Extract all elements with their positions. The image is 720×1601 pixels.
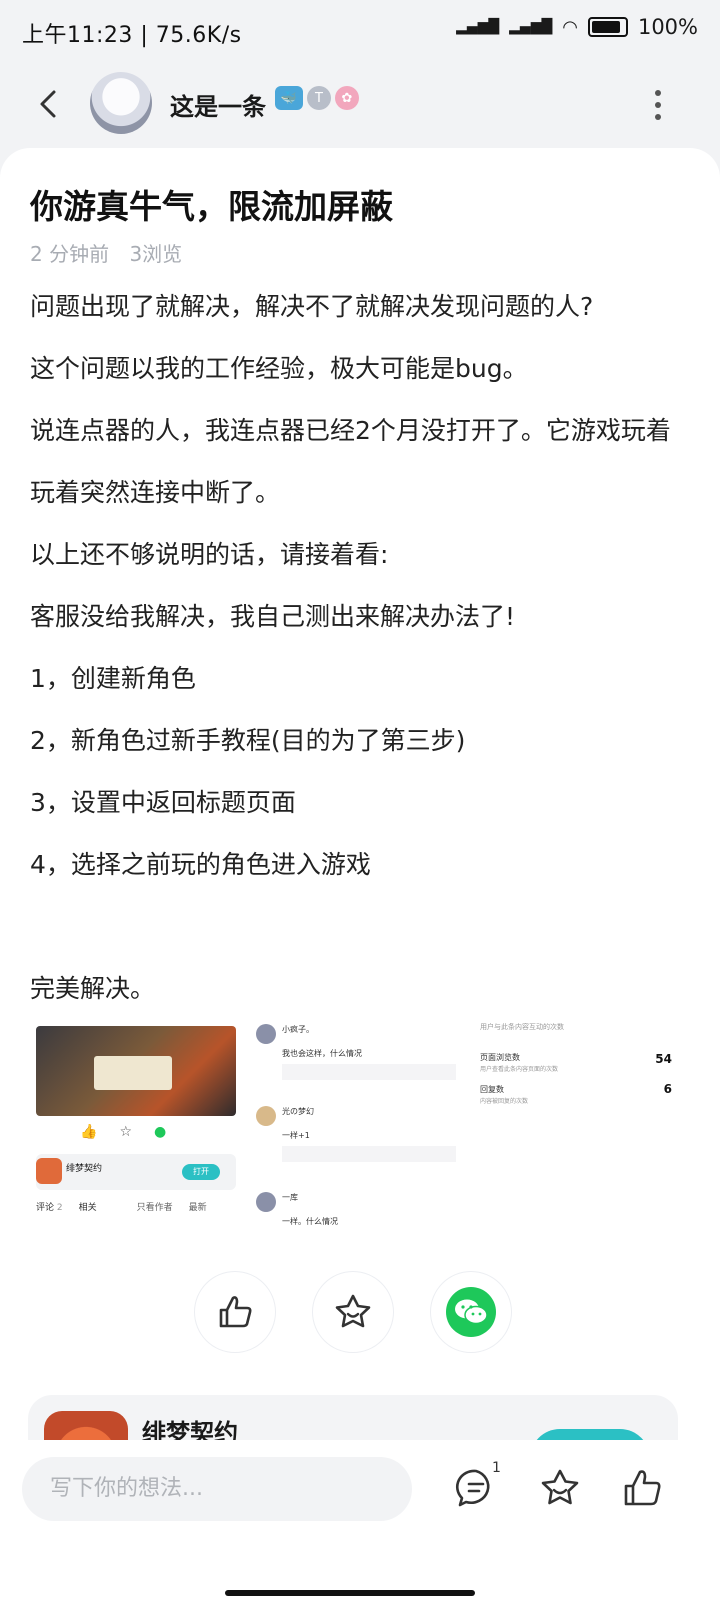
mini-stat-label: 回复数 bbox=[480, 1085, 504, 1094]
mini-comment-avatar bbox=[256, 1192, 276, 1212]
mini-stat-value: 6 bbox=[663, 1082, 672, 1096]
whale-badge-icon: 🐳 bbox=[275, 86, 303, 110]
mini-tab-comments: 评论 2 bbox=[36, 1203, 63, 1213]
post-paragraph: 1，创建新角色 bbox=[30, 664, 196, 693]
like-button[interactable] bbox=[195, 1272, 275, 1352]
post-paragraph: 以上还不够说明的话，请接着看: bbox=[30, 540, 389, 569]
post-image-2[interactable]: 小疯子。 我也会这样，什么情况 光の梦幻 一样+1 一库 一样。什么情况 bbox=[252, 1016, 466, 1246]
mini-app-name: 绯梦契约 bbox=[66, 1164, 103, 1174]
mini-wechat-icon: ● bbox=[154, 1124, 167, 1140]
wifi-icon: ◠ bbox=[562, 16, 578, 38]
mini-only-author: 只看作者 bbox=[136, 1203, 173, 1213]
wechat-share-button[interactable] bbox=[431, 1272, 511, 1352]
favorite-button[interactable] bbox=[313, 1272, 393, 1352]
mini-tabs: 评论 2 相关 只看作者 最新 bbox=[36, 1200, 207, 1213]
status-icons: ▂▄▆█ ▂▄▆█ ◠ 100% bbox=[456, 15, 698, 39]
mini-app-icon bbox=[36, 1158, 62, 1184]
signal-icon: ▂▄▆█ bbox=[456, 19, 500, 35]
chevron-left-icon[interactable] bbox=[30, 82, 70, 126]
post-paragraph: 完美解决。 bbox=[30, 974, 156, 1003]
mini-comment-avatar bbox=[256, 1106, 276, 1126]
post-images: 👍 ☆ ● 绯梦契约 打开 评论 2 相关 只看作者 最新 小疯子。 我也会这样… bbox=[30, 1016, 690, 1246]
post-image-1[interactable]: 👍 ☆ ● 绯梦契约 打开 评论 2 相关 只看作者 最新 bbox=[30, 1016, 244, 1246]
mini-comment-text: 我也会这样，什么情况 bbox=[282, 1049, 362, 1058]
bottom-bar: 写下你的想法... 1 bbox=[0, 1440, 720, 1601]
post-title: 你游真牛气，限流加屏蔽 bbox=[30, 187, 393, 226]
author-badges: 🐳 T ✿ bbox=[275, 86, 359, 110]
post-card: 你游真牛气，限流加屏蔽 2 分钟前 3浏览 问题出现了就解决，解决不了就解决发现… bbox=[0, 148, 720, 1505]
mini-stat-label: 页面浏览数 bbox=[480, 1053, 520, 1062]
mini-comment-quote bbox=[282, 1146, 456, 1162]
mini-comment-quote bbox=[282, 1064, 456, 1080]
post-paragraph: 2，新角色过新手教程(目的为了第三步) bbox=[30, 726, 466, 755]
mini-comment-name: 光の梦幻 bbox=[282, 1107, 314, 1116]
post-paragraph: 客服没给我解决，我自己测出来解决办法了! bbox=[30, 602, 516, 631]
post-paragraph: 问题出现了就解决，解决不了就解决发现问题的人? bbox=[30, 292, 594, 321]
post-paragraph: 4，选择之前玩的角色进入游戏 bbox=[30, 850, 371, 879]
mini-open-button: 打开 bbox=[182, 1164, 220, 1180]
mini-stat-value: 54 bbox=[655, 1052, 672, 1066]
mini-comment-name: 小疯子。 bbox=[282, 1025, 314, 1034]
mini-action-row: 👍 ☆ ● bbox=[80, 1124, 166, 1140]
comment-input[interactable]: 写下你的想法... bbox=[22, 1457, 412, 1521]
post-paragraph: 说连点器的人，我连点器已经2个月没打开了。它游戏玩着玩着突然连接中断了。 bbox=[30, 416, 671, 507]
battery-icon bbox=[587, 17, 628, 37]
post-body: 问题出现了就解决，解决不了就解决发现问题的人? 这个问题以我的工作经验，极大可能… bbox=[30, 276, 690, 1020]
mini-comment-avatar bbox=[256, 1024, 276, 1044]
wechat-icon bbox=[446, 1287, 496, 1337]
mini-tab-related: 相关 bbox=[78, 1203, 97, 1213]
post-time: 2 分钟前 bbox=[30, 242, 110, 266]
signal-icon-2: ▂▄▆█ bbox=[509, 19, 553, 35]
thumbs-up-icon bbox=[219, 1296, 252, 1328]
comment-count: 1 bbox=[492, 1460, 501, 1476]
post-paragraph: 3，设置中返回标题页面 bbox=[30, 788, 296, 817]
mini-stat-desc: 用户查看此条内容页面的次数 bbox=[480, 1066, 559, 1073]
mini-latest: 最新 bbox=[188, 1203, 207, 1213]
mini-comment-name: 一库 bbox=[282, 1193, 298, 1202]
mini-stats-header: 用户与此条内容互动的次数 bbox=[480, 1023, 564, 1031]
mini-like-icon: 👍 bbox=[80, 1124, 98, 1140]
game-dialog bbox=[94, 1056, 172, 1090]
star-icon[interactable] bbox=[538, 1466, 582, 1510]
rabbit-badge-icon: ✿ bbox=[335, 86, 359, 110]
status-time-speed: 上午11:23 | 75.6K/s bbox=[22, 23, 242, 48]
more-vertical-icon[interactable] bbox=[654, 88, 662, 122]
level-badge-icon: T bbox=[307, 86, 331, 110]
status-bar: 上午11:23 | 75.6K/s ▂▄▆█ ▂▄▆█ ◠ 100% bbox=[0, 0, 720, 64]
mini-comment-text: 一样+1 bbox=[282, 1131, 310, 1140]
home-indicator[interactable] bbox=[225, 1590, 475, 1596]
post-image-3[interactable]: 用户与此条内容互动的次数 页面浏览数 用户查看此条内容页面的次数 54 回复数 … bbox=[474, 1016, 688, 1246]
mini-stat-desc: 内容被回复的次数 bbox=[480, 1098, 529, 1105]
post-views: 3浏览 bbox=[129, 242, 183, 266]
thumbs-up-icon[interactable] bbox=[620, 1466, 664, 1510]
mini-comment-text: 一样。什么情况 bbox=[282, 1217, 338, 1226]
top-bar: 这是一条 🐳 T ✿ bbox=[0, 64, 720, 146]
battery-level: 100% bbox=[637, 15, 698, 39]
post-actions bbox=[195, 1272, 511, 1352]
post-meta: 2 分钟前 3浏览 bbox=[30, 238, 196, 267]
star-icon bbox=[335, 1294, 371, 1328]
author-name[interactable]: 这是一条 bbox=[170, 87, 266, 122]
mini-star-icon: ☆ bbox=[119, 1124, 132, 1140]
post-paragraph: 这个问题以我的工作经验，极大可能是bug。 bbox=[30, 354, 528, 383]
author-avatar[interactable] bbox=[90, 72, 152, 134]
